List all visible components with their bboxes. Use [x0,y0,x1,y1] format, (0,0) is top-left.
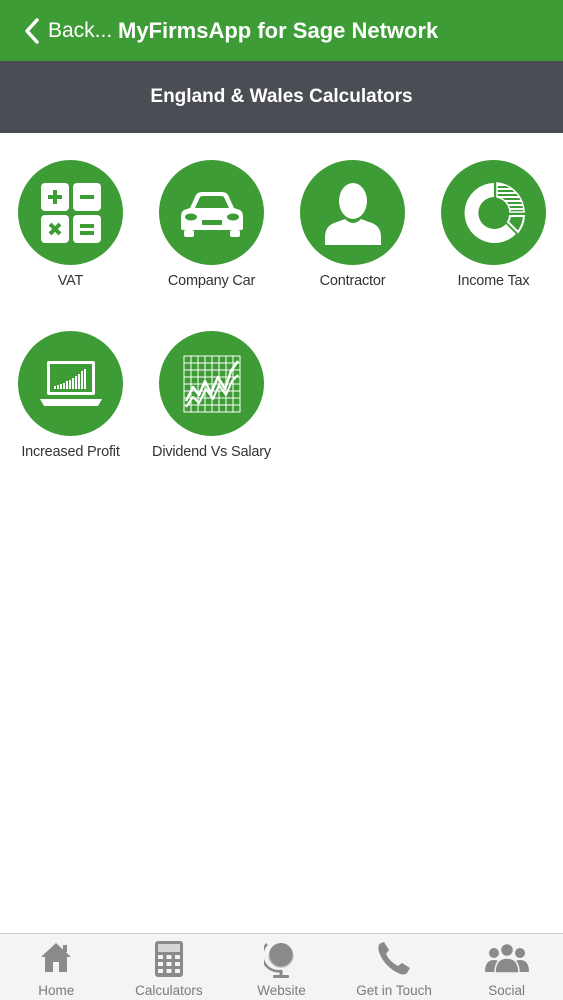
calculator-vat-circle [18,160,123,265]
tab-social-label: Social [488,983,526,998]
calculator-contractor[interactable]: Contractor [282,160,423,300]
calculator-keys-icon [40,182,101,243]
calculator-company-car-label: Company Car [167,273,256,289]
calculator-dividend-vs-salary[interactable]: Dividend Vs Salary [141,331,282,471]
donut-chart-icon [464,181,525,243]
tab-calculators-label: Calculators [135,983,203,998]
people-icon [484,940,530,974]
laptop-chart-icon [39,360,102,406]
page-title: England & Wales Calculators [0,61,563,133]
calculator-vat-label: VAT [57,273,84,289]
back-button[interactable]: Back... [24,14,112,48]
globe-icon [264,940,298,980]
tab-website-label: Website [257,983,306,998]
calculator-contractor-label: Contractor [319,273,386,289]
back-label: Back... [48,19,113,42]
calculator-company-car-circle [159,160,264,265]
calculator-increased-profit-label: Increased Profit [21,444,120,460]
top-bar: Back... MyFirmsApp for Sage Network [0,0,563,61]
home-icon [39,940,73,974]
calculator-dividend-vs-salary-circle [159,331,264,436]
person-icon [324,182,381,245]
car-icon [180,191,243,237]
calculator-income-tax-label: Income Tax [457,273,530,289]
tab-bar: Home Calculators Website Get in Touch So… [0,933,563,1000]
chevron-left-icon [25,18,39,44]
phone-icon [376,940,412,976]
tab-website[interactable]: Website [225,934,338,1000]
calculator-icon [154,940,184,978]
calculator-income-tax-circle [441,160,546,265]
calculator-increased-profit[interactable]: Increased Profit [0,331,141,471]
calculator-contractor-circle [300,160,405,265]
tab-home-label: Home [38,983,75,998]
calculator-vat[interactable]: VAT [0,160,141,300]
calculator-increased-profit-circle [18,331,123,436]
tab-get-in-touch[interactable]: Get in Touch [338,934,451,1000]
calculator-income-tax[interactable]: Income Tax [423,160,563,300]
line-graph-icon [183,355,240,412]
tab-get-in-touch-label: Get in Touch [356,983,432,998]
calculator-company-car[interactable]: Company Car [141,160,282,300]
app-title: MyFirmsApp for Sage Network [118,18,439,43]
tab-home[interactable]: Home [0,934,113,1000]
tab-calculators[interactable]: Calculators [113,934,226,1000]
tab-social[interactable]: Social [450,934,563,1000]
calculator-dividend-vs-salary-label: Dividend Vs Salary [152,444,271,460]
